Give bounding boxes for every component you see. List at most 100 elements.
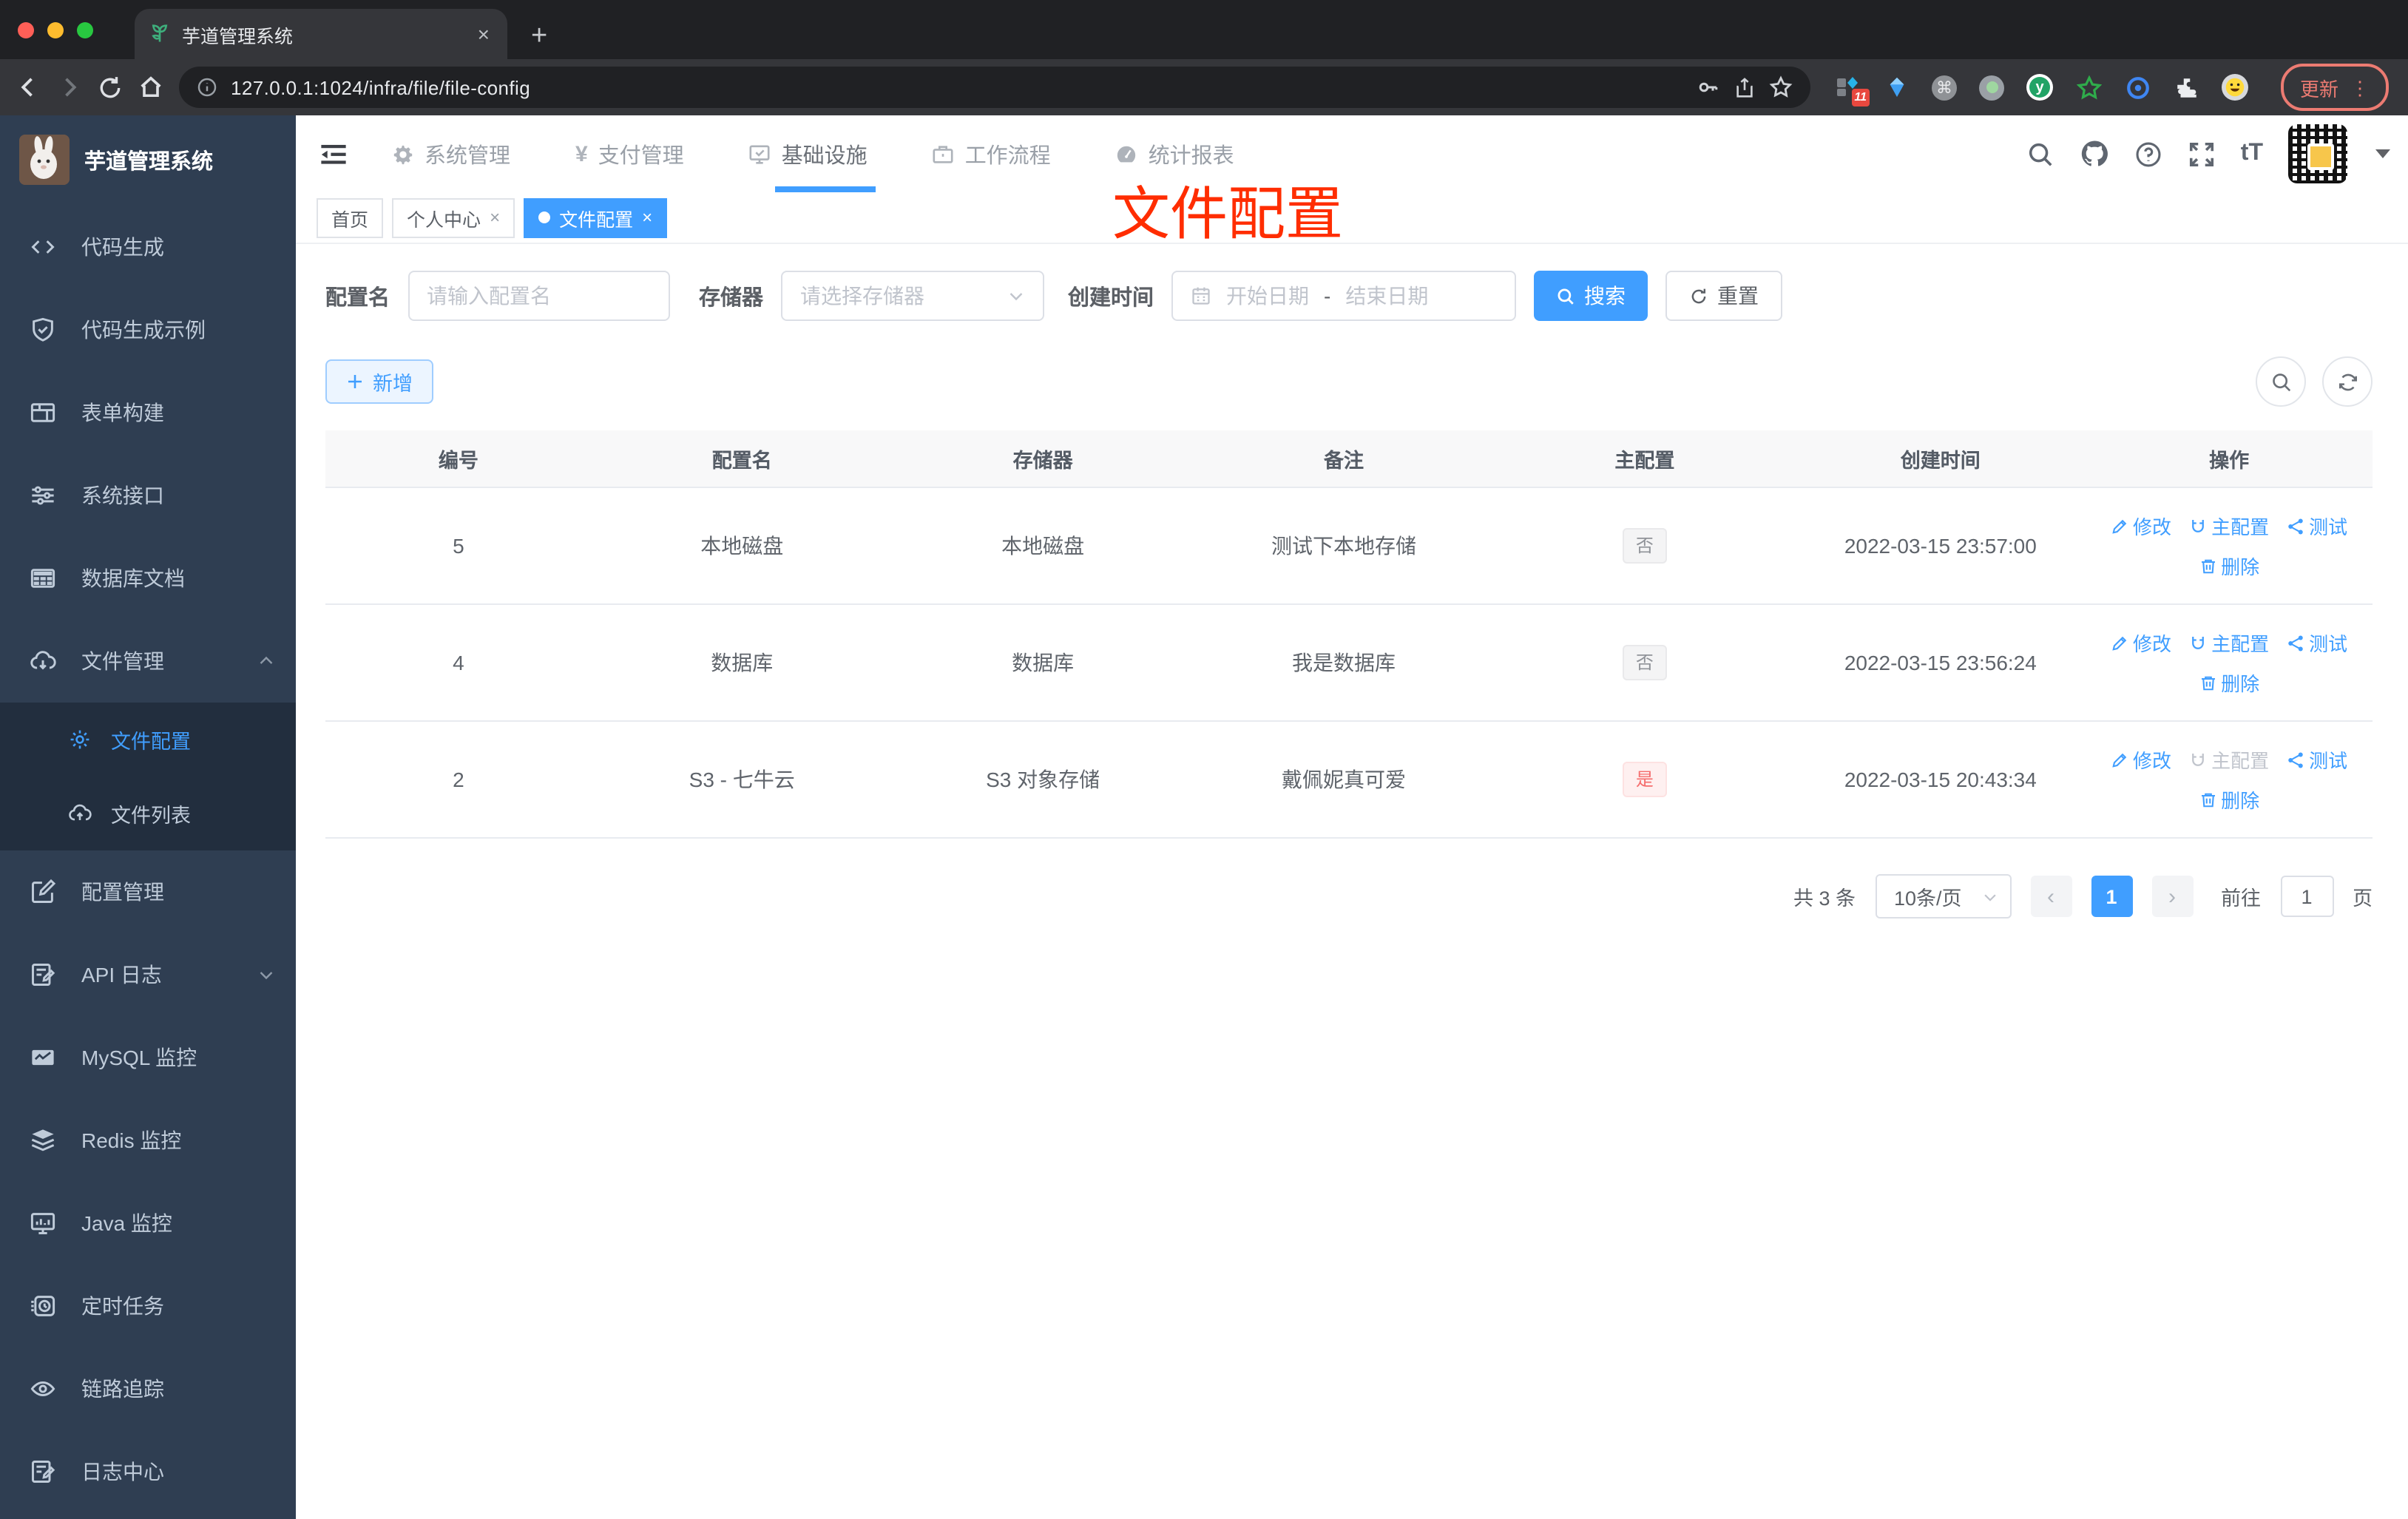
extension-command-icon[interactable]: ⌘ bbox=[1932, 75, 1957, 100]
trash-icon bbox=[2199, 557, 2216, 575]
name-filter-input[interactable]: 请输入配置名 bbox=[407, 271, 669, 321]
sidebar-item-api-log[interactable]: API 日志 bbox=[0, 933, 296, 1016]
site-info-icon[interactable] bbox=[197, 77, 217, 98]
extension-target-icon[interactable] bbox=[2124, 74, 2151, 101]
help-icon[interactable] bbox=[2134, 140, 2162, 168]
user-avatar-qr[interactable] bbox=[2288, 124, 2347, 183]
browser-update-button[interactable]: 更新 ⋮ bbox=[2281, 64, 2390, 111]
nav-item-pay[interactable]: ¥ 支付管理 bbox=[575, 115, 684, 192]
close-icon[interactable]: × bbox=[490, 207, 500, 228]
sidebar-item-system-api[interactable]: 系统接口 bbox=[0, 454, 296, 537]
sidebar-collapse-icon[interactable] bbox=[319, 140, 348, 168]
font-size-icon[interactable]: tT bbox=[2241, 141, 2263, 167]
sidebar: 芋道管理系统 代码生成 代码生成示例 表单构建 系统接口 数据库文档 文件管理 … bbox=[0, 115, 296, 1519]
sidebar-item-cron-job[interactable]: 定时任务 bbox=[0, 1265, 296, 1347]
extension-gem-icon[interactable] bbox=[1883, 74, 1910, 101]
nav-item-infra[interactable]: 基础设施 bbox=[749, 115, 876, 192]
browser-menu-dots-icon[interactable]: ⋮ bbox=[2350, 78, 2370, 97]
tab-close-icon[interactable]: × bbox=[475, 22, 493, 46]
edit-link[interactable]: 修改 bbox=[2111, 629, 2171, 657]
date-range-input[interactable]: 开始日期 - 结束日期 bbox=[1171, 271, 1516, 321]
goto-page-input[interactable]: 1 bbox=[2280, 876, 2333, 917]
tag-file-config[interactable]: 文件配置 × bbox=[524, 197, 668, 237]
test-link[interactable]: 测试 bbox=[2287, 629, 2347, 657]
sidebar-item-trace[interactable]: 链路追踪 bbox=[0, 1347, 296, 1430]
app-title: 芋道管理系统 bbox=[84, 150, 213, 174]
search-button[interactable]: 搜索 bbox=[1534, 271, 1648, 321]
share-nodes-icon bbox=[2287, 517, 2304, 535]
sidebar-item-config-manage[interactable]: 配置管理 bbox=[0, 850, 296, 933]
add-button[interactable]: 新增 bbox=[325, 359, 433, 404]
plus-icon bbox=[346, 373, 364, 390]
extension-y-icon[interactable]: y bbox=[2026, 74, 2053, 101]
refresh-table-button[interactable] bbox=[2322, 356, 2373, 407]
app-header: 系统管理 ¥ 支付管理 基础设施 工作流程 统计报表 tT bbox=[296, 115, 2408, 192]
extension-gray-dot-icon[interactable] bbox=[1979, 75, 2004, 100]
sidebar-item-code-gen[interactable]: 代码生成 bbox=[0, 206, 296, 288]
primary-tag: 否 bbox=[1622, 528, 1667, 564]
fullscreen-icon[interactable] bbox=[2188, 140, 2216, 168]
tag-profile[interactable]: 个人中心 × bbox=[392, 197, 515, 237]
password-key-icon[interactable] bbox=[1697, 75, 1720, 99]
avatar-dropdown-caret[interactable] bbox=[2375, 149, 2390, 158]
github-icon[interactable] bbox=[2080, 139, 2109, 169]
forward-icon[interactable] bbox=[56, 74, 83, 101]
extension-star-icon[interactable] bbox=[2075, 74, 2102, 101]
sidebar-item-file-list[interactable]: 文件列表 bbox=[0, 777, 296, 850]
reload-icon[interactable] bbox=[98, 75, 123, 100]
sidebar-item-code-demo[interactable]: 代码生成示例 bbox=[0, 288, 296, 371]
nav-item-workflow[interactable]: 工作流程 bbox=[933, 115, 1051, 192]
page-size-select[interactable]: 10条/页 bbox=[1875, 874, 2011, 918]
edit-link[interactable]: 修改 bbox=[2111, 745, 2171, 774]
extension-tabs-icon[interactable]: 11 bbox=[1834, 74, 1870, 106]
profile-avatar-emoji[interactable] bbox=[2222, 74, 2248, 101]
delete-link[interactable]: 删除 bbox=[2199, 669, 2259, 697]
tag-home[interactable]: 首页 bbox=[317, 197, 384, 237]
sidebar-item-file-config[interactable]: 文件配置 bbox=[0, 703, 296, 777]
delete-link[interactable]: 删除 bbox=[2199, 785, 2259, 813]
search-icon[interactable] bbox=[2026, 140, 2054, 168]
browser-tab[interactable]: 芋道管理系统 × bbox=[135, 9, 507, 59]
sidebar-item-redis-monitor[interactable]: Redis 监控 bbox=[0, 1099, 296, 1182]
nav-item-system[interactable]: 系统管理 bbox=[392, 115, 510, 192]
test-link[interactable]: 测试 bbox=[2287, 512, 2347, 540]
close-window-button[interactable] bbox=[18, 21, 34, 38]
share-icon[interactable] bbox=[1734, 76, 1756, 98]
minimize-window-button[interactable] bbox=[47, 21, 64, 38]
primary-link[interactable]: 主配置 bbox=[2189, 512, 2269, 540]
test-link[interactable]: 测试 bbox=[2287, 745, 2347, 774]
close-icon[interactable]: × bbox=[642, 207, 652, 228]
prev-page-button[interactable]: ‹ bbox=[2030, 876, 2072, 917]
edit-link[interactable]: 修改 bbox=[2111, 512, 2171, 540]
toggle-search-button[interactable] bbox=[2256, 356, 2306, 407]
primary-link[interactable]: 主配置 bbox=[2189, 629, 2269, 657]
url-text[interactable]: 127.0.0.1:1024/infra/file/file-config bbox=[231, 76, 1683, 98]
sidebar-item-mysql-monitor[interactable]: MySQL 监控 bbox=[0, 1016, 296, 1099]
zoom-window-button[interactable] bbox=[77, 21, 93, 38]
table-row: 4 数据库 数据库 我是数据库 否 2022-03-15 23:56:24 修改… bbox=[325, 605, 2373, 722]
col-header-id: 编号 bbox=[438, 450, 478, 472]
sidebar-item-log-center[interactable]: 日志中心 bbox=[0, 1430, 296, 1513]
cloud-download-icon bbox=[30, 648, 56, 674]
app: 芋道管理系统 代码生成 代码生成示例 表单构建 系统接口 数据库文档 文件管理 … bbox=[0, 115, 2408, 1519]
bookmark-star-icon[interactable] bbox=[1769, 75, 1793, 99]
home-icon[interactable] bbox=[138, 74, 164, 101]
back-icon[interactable] bbox=[15, 74, 41, 101]
sidebar-item-java-monitor[interactable]: Java 监控 bbox=[0, 1182, 296, 1265]
current-page[interactable]: 1 bbox=[2091, 876, 2132, 917]
new-tab-button[interactable]: + bbox=[531, 22, 547, 50]
next-page-button[interactable]: › bbox=[2151, 876, 2193, 917]
browser-toolbar: 127.0.0.1:1024/infra/file/file-config 11 bbox=[0, 59, 2408, 115]
sidebar-item-db-doc[interactable]: 数据库文档 bbox=[0, 537, 296, 620]
pagination: 共 3 条 10条/页 ‹ 1 › 前往 1 页 bbox=[325, 874, 2373, 918]
extensions-puzzle-icon[interactable] bbox=[2173, 74, 2199, 101]
table-row: 5 本地磁盘 本地磁盘 测试下本地存储 否 2022-03-15 23:57:0… bbox=[325, 488, 2373, 605]
delete-link[interactable]: 删除 bbox=[2199, 552, 2259, 580]
file-submenu: 文件配置 文件列表 bbox=[0, 703, 296, 850]
address-bar[interactable]: 127.0.0.1:1024/infra/file/file-config bbox=[179, 67, 1810, 108]
sidebar-item-form-builder[interactable]: 表单构建 bbox=[0, 371, 296, 454]
storage-filter-select[interactable]: 请选择存储器 bbox=[781, 271, 1044, 321]
reset-button[interactable]: 重置 bbox=[1665, 271, 1782, 321]
sidebar-item-file-manage[interactable]: 文件管理 bbox=[0, 620, 296, 703]
col-header-storage: 存储器 bbox=[1012, 450, 1073, 472]
